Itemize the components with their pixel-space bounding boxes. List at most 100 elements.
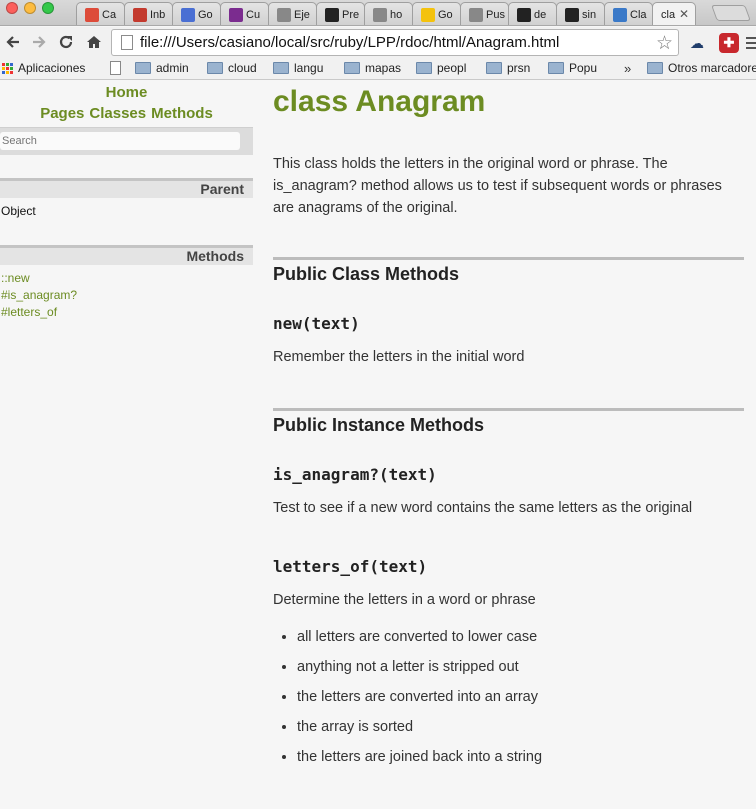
browser-tab[interactable]: Go bbox=[412, 2, 461, 25]
document-icon bbox=[110, 61, 121, 75]
browser-tab[interactable]: Eje bbox=[268, 2, 317, 25]
methods-link[interactable]: Methods bbox=[151, 103, 213, 125]
bookmark-other[interactable]: Otros marcadores bbox=[647, 61, 756, 75]
method-link-letters-of[interactable]: #letters_of bbox=[1, 304, 253, 321]
browser-tab[interactable]: de bbox=[508, 2, 557, 25]
bookmark-label: Popu bbox=[569, 61, 598, 75]
forward-button[interactable] bbox=[28, 31, 50, 53]
zoom-window-button[interactable] bbox=[42, 2, 54, 14]
browser-tab[interactable]: Inb bbox=[124, 2, 173, 25]
classes-link[interactable]: Classes bbox=[89, 103, 146, 125]
page-title: class Anagram bbox=[273, 85, 486, 118]
browser-tab[interactable]: Ca bbox=[76, 2, 125, 25]
nav-links: Pages Classes Methods bbox=[0, 103, 253, 125]
forward-arrow-icon bbox=[33, 36, 46, 48]
close-tab-icon[interactable]: ✕ bbox=[677, 7, 691, 21]
browser-tab[interactable]: ho bbox=[364, 2, 413, 25]
gmail-icon bbox=[133, 7, 147, 22]
bookmark-item[interactable]: langu bbox=[273, 61, 323, 75]
page-icon bbox=[121, 35, 133, 50]
method-link-new[interactable]: ::new bbox=[1, 270, 253, 287]
method-list: ::new #is_anagram? #letters_of bbox=[0, 265, 253, 321]
apps-icon bbox=[2, 62, 13, 74]
bookmark-label: Otros marcadores bbox=[668, 61, 756, 75]
parent-class: Object bbox=[1, 204, 36, 218]
home-link[interactable]: Home bbox=[0, 83, 253, 103]
browser-tab[interactable]: Go bbox=[172, 2, 221, 25]
cloud-extension-icon[interactable]: ☁ bbox=[687, 33, 707, 53]
bookmark-label: peopl bbox=[437, 61, 467, 75]
browser-tab[interactable]: Pus bbox=[460, 2, 509, 25]
browser-toolbar: file:///Users/casiano/local/src/ruby/LPP… bbox=[0, 27, 756, 58]
folder-icon bbox=[416, 62, 432, 74]
back-button[interactable] bbox=[2, 31, 24, 53]
bookmark-label: prsn bbox=[507, 61, 531, 75]
tab-label: sin bbox=[582, 8, 597, 21]
minimize-window-button[interactable] bbox=[24, 2, 36, 14]
close-window-button[interactable] bbox=[6, 2, 18, 14]
list-item: the array is sorted bbox=[297, 716, 744, 738]
reload-button[interactable] bbox=[55, 31, 77, 53]
page-icon bbox=[469, 7, 483, 22]
menu-icon[interactable] bbox=[746, 33, 756, 53]
tab-label: Pre bbox=[342, 8, 360, 21]
method-link-is-anagram[interactable]: #is_anagram? bbox=[1, 287, 253, 304]
bookmark-item[interactable]: Aplicaciones bbox=[2, 61, 85, 75]
github-icon bbox=[517, 7, 531, 22]
tab-label: cla bbox=[661, 8, 676, 21]
page-icon bbox=[373, 7, 387, 22]
folder-icon bbox=[135, 62, 151, 74]
browser-tab[interactable]: sin bbox=[556, 2, 605, 25]
bookmark-item[interactable]: peopl bbox=[416, 61, 466, 75]
puzzle-extension-icon[interactable]: ✚ bbox=[719, 33, 739, 53]
folder-icon bbox=[647, 62, 663, 74]
bookmark-item[interactable] bbox=[110, 61, 121, 75]
tab-label: Go bbox=[438, 8, 453, 21]
tab-label: ho bbox=[390, 8, 403, 21]
browser-tab[interactable]: cla ✕ bbox=[652, 2, 696, 25]
bookmark-item[interactable]: cloud bbox=[207, 61, 257, 75]
tab-label: Inb bbox=[150, 8, 166, 21]
ull-icon bbox=[229, 7, 243, 22]
method-signature-letters-of[interactable]: letters_of(text) bbox=[273, 556, 744, 578]
bookmark-item[interactable]: mapas bbox=[344, 61, 401, 75]
method-signature-is-anagram[interactable]: is_anagram?(text) bbox=[273, 464, 744, 486]
bookmark-item[interactable]: admin bbox=[135, 61, 189, 75]
method-description-new: Remember the letters in the initial word bbox=[273, 349, 525, 365]
bookmark-star-icon[interactable]: ☆ bbox=[656, 32, 673, 55]
bookmark-label: Aplicaciones bbox=[18, 61, 86, 75]
keep-icon bbox=[421, 7, 435, 22]
tab-label: Ca bbox=[102, 8, 117, 21]
reload-icon bbox=[59, 35, 73, 49]
new-tab-button[interactable] bbox=[711, 5, 751, 21]
rdoc-page: Home Pages Classes Methods Parent Object… bbox=[0, 81, 756, 809]
bookmark-item[interactable]: prsn bbox=[486, 61, 530, 75]
browser-tab[interactable]: Cla bbox=[604, 2, 653, 25]
bookmark-label: langu bbox=[294, 61, 324, 75]
browser-tab[interactable]: Pre bbox=[316, 2, 365, 25]
browser-tab[interactable]: Cu bbox=[220, 2, 269, 25]
letters-of-steps: all letters are converted to lower case … bbox=[273, 626, 744, 768]
bookmark-item[interactable]: Popu bbox=[548, 61, 597, 75]
method-signature-new[interactable]: new(text) bbox=[273, 313, 744, 335]
tab-label: Cla bbox=[630, 8, 647, 21]
more-bookmarks-chevron[interactable]: » bbox=[624, 61, 631, 76]
back-arrow-icon bbox=[6, 36, 19, 48]
url-text[interactable]: file:///Users/casiano/local/src/ruby/LPP… bbox=[140, 34, 559, 51]
folder-icon bbox=[207, 62, 223, 74]
search-section bbox=[0, 127, 253, 155]
google-plus-icon bbox=[85, 7, 99, 22]
folder-icon bbox=[548, 62, 564, 74]
tab-label: Pus bbox=[486, 8, 505, 21]
tab-label: de bbox=[534, 8, 547, 21]
home-button[interactable] bbox=[83, 31, 105, 53]
folder-icon bbox=[344, 62, 360, 74]
pages-link[interactable]: Pages bbox=[40, 103, 84, 125]
search-input[interactable] bbox=[0, 132, 240, 150]
list-item: anything not a letter is stripped out bbox=[297, 656, 744, 678]
bookmark-label: mapas bbox=[365, 61, 402, 75]
sidebar-nav: Home Pages Classes Methods bbox=[0, 81, 253, 125]
address-bar[interactable]: file:///Users/casiano/local/src/ruby/LPP… bbox=[111, 29, 679, 56]
tab-label: Go bbox=[198, 8, 213, 21]
tab-strip: Ca Inb Go Cu Eje Pre ho Go Pus de sin Cla cla ✕ bbox=[0, 0, 756, 26]
